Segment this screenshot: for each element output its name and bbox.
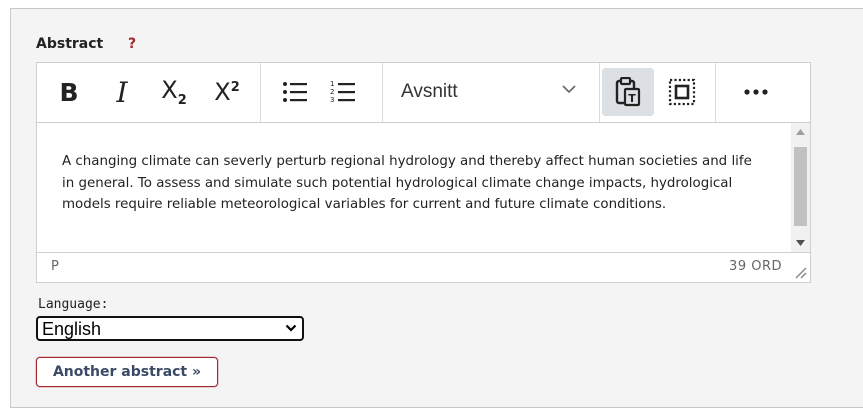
subscript-button[interactable]: X2: [154, 68, 194, 116]
element-path[interactable]: P: [51, 259, 59, 274]
clipboard-text-icon: T: [615, 77, 641, 107]
paste-as-text-button[interactable]: T: [602, 68, 654, 116]
text-format-group: B I X2 X2: [37, 63, 261, 122]
bold-icon: B: [59, 77, 79, 107]
numbered-list-icon: 1 2 3: [330, 80, 355, 104]
another-abstract-button[interactable]: Another abstract »: [36, 357, 218, 387]
editor-toolbar: B I X2 X2 1 2 3 Avsnitt T: [37, 63, 810, 123]
another-abstract-label: Another abstract »: [52, 364, 202, 380]
bullet-list-button[interactable]: [275, 68, 315, 116]
svg-text:3: 3: [330, 96, 334, 104]
editor-content-area[interactable]: A changing climate can severly perturb r…: [37, 123, 810, 253]
more-icon: [744, 89, 768, 95]
abstract-panel: Abstract ? B I X2 X2 1 2 3 Avsnitt T A c…: [10, 8, 863, 408]
more-button[interactable]: [736, 68, 776, 116]
abstract-label: Abstract: [36, 36, 104, 52]
language-select[interactable]: English: [36, 316, 304, 341]
superscript-button[interactable]: X2: [207, 68, 247, 116]
bullet-list-icon: [283, 82, 307, 102]
svg-text:1: 1: [330, 80, 334, 88]
svg-text:2: 2: [330, 88, 334, 96]
abstract-text[interactable]: A changing climate can severly perturb r…: [62, 151, 762, 216]
scroll-up-arrow[interactable]: [791, 123, 810, 141]
block-format-value: Avsnitt: [401, 81, 458, 102]
rich-text-editor: B I X2 X2 1 2 3 Avsnitt T A changing cli…: [36, 62, 811, 283]
bold-button[interactable]: B: [49, 68, 89, 116]
chevron-down-icon: [285, 324, 297, 332]
svg-text:T: T: [628, 92, 636, 105]
block-format-select[interactable]: Avsnitt: [383, 63, 600, 122]
more-group: [716, 63, 810, 122]
select-all-button[interactable]: [662, 68, 702, 116]
italic-icon: I: [116, 75, 128, 109]
triangle-up-icon: [796, 129, 805, 135]
select-all-icon: [668, 78, 696, 106]
editor-statusbar: P 39 ORD: [37, 253, 810, 282]
scroll-thumb[interactable]: [794, 147, 807, 226]
required-marker[interactable]: ?: [128, 36, 136, 52]
triangle-down-icon: [796, 240, 805, 246]
clipboard-group: T: [600, 63, 716, 122]
italic-button[interactable]: I: [102, 68, 142, 116]
language-select-value: English: [42, 319, 102, 339]
chevron-down-icon: [562, 85, 576, 94]
superscript-icon: X2: [214, 78, 240, 106]
subscript-icon: X2: [161, 76, 187, 108]
numbered-list-button[interactable]: 1 2 3: [323, 68, 363, 116]
list-group: 1 2 3: [261, 63, 383, 122]
vertical-scrollbar[interactable]: [791, 123, 810, 252]
language-label: Language:: [38, 297, 109, 312]
resize-handle-icon[interactable]: [793, 265, 807, 279]
scroll-down-arrow[interactable]: [791, 234, 810, 252]
word-count[interactable]: 39 ORD: [729, 259, 782, 274]
